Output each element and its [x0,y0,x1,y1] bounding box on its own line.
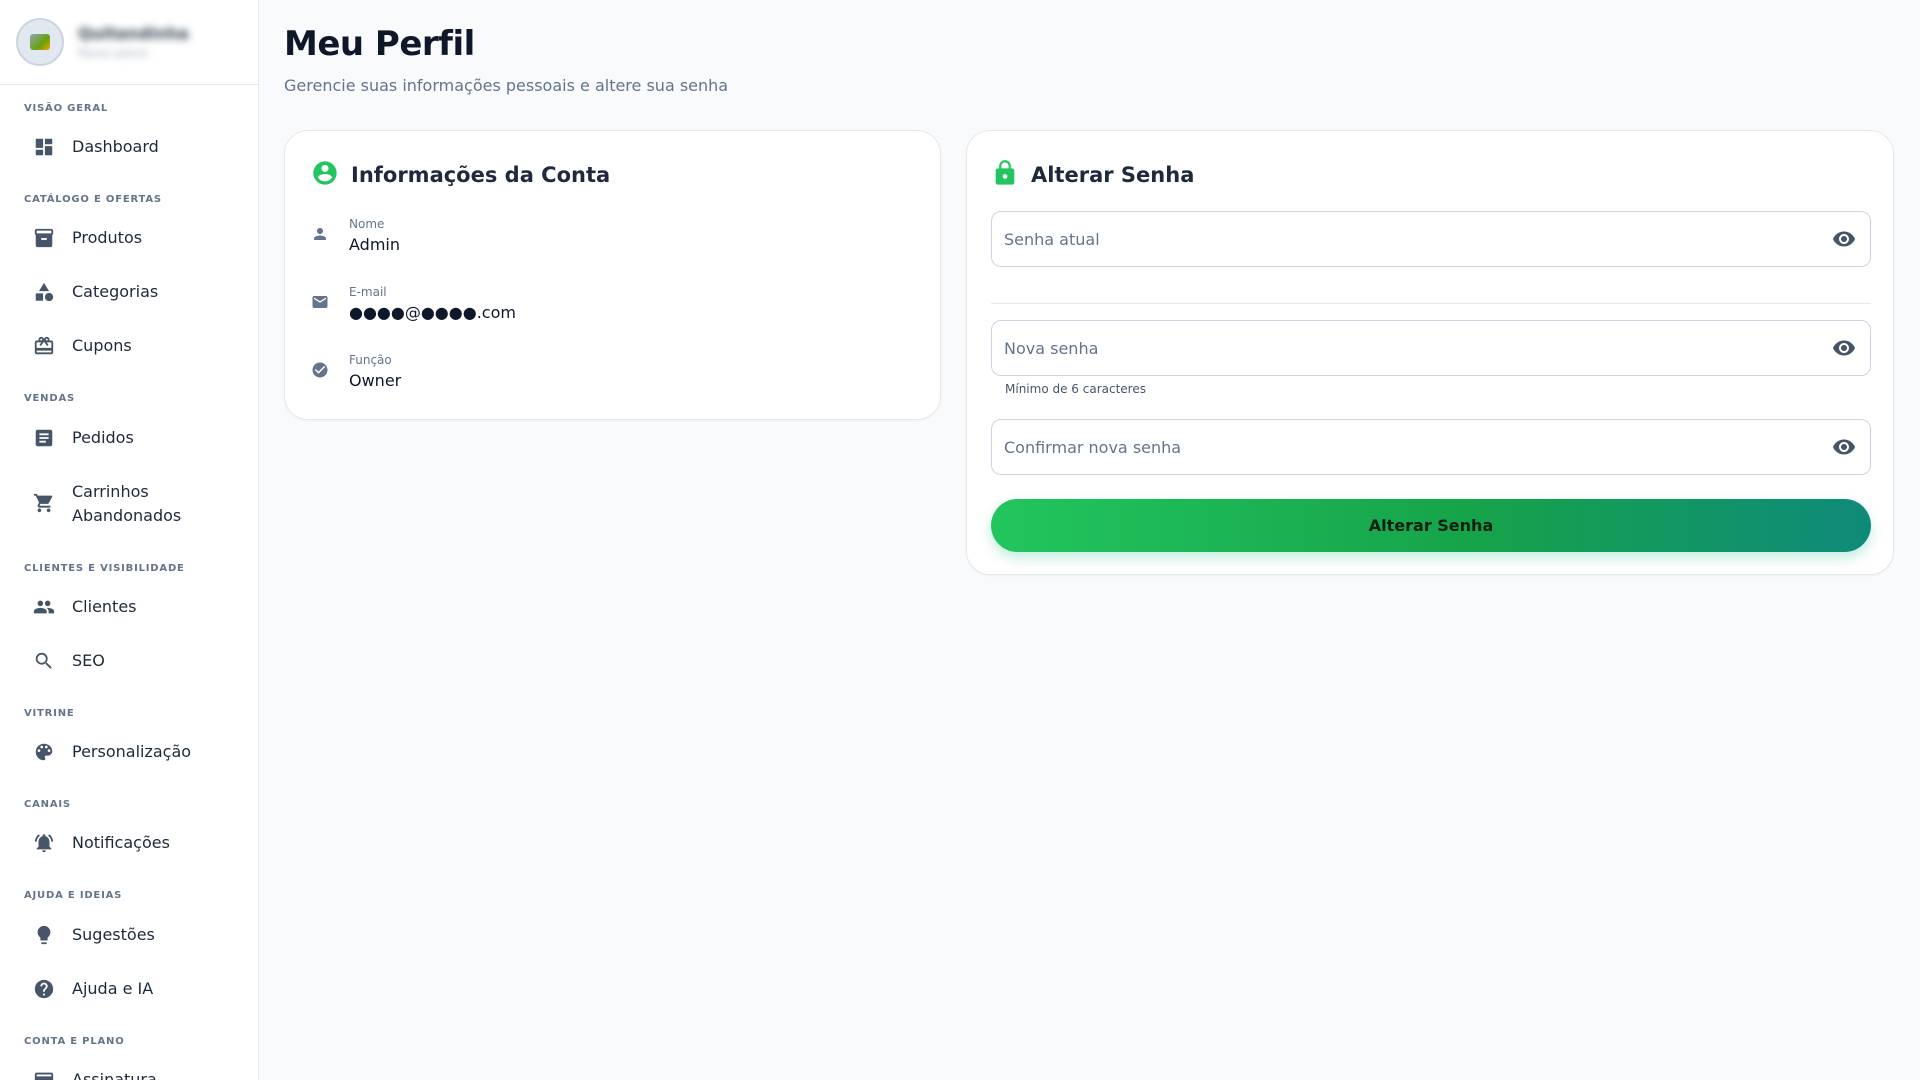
sidebar-item-produtos[interactable]: Produtos [24,226,244,250]
info-row-role: Função Owner [311,353,401,390]
info-value: Owner [349,371,402,390]
current-password-field[interactable] [991,211,1871,267]
section-title-visao-geral: Visão geral [24,103,109,114]
search-icon [24,650,64,672]
info-label: E-mail [349,285,387,299]
sidebar-item-label: Ajuda e IA [72,979,154,998]
info-value: ●●●●@●●●●.com [349,303,516,322]
section-title-catalogo: Catálogo e ofertas [24,194,162,205]
info-label: Nome [349,217,385,231]
avatar [16,18,64,66]
password-card-title: Alterar Senha [1031,163,1195,187]
profile-header[interactable]: Quitandinha Painel admin [0,0,258,85]
shapes-icon [24,281,64,303]
sidebar-item-label: Sugestões [72,925,155,944]
sidebar-item-assinatura[interactable]: Assinatura [24,1068,244,1080]
sidebar-item-label: Categorias [72,282,159,301]
sidebar: Quitandinha Painel admin Visão geral Das… [0,0,259,1080]
person-icon [311,225,341,247]
sidebar-item-label: Dashboard [72,137,159,156]
sidebar-item-sugestoes[interactable]: Sugestões [24,923,244,947]
archive-icon [24,227,64,249]
info-row-name: Nome Admin [311,217,400,254]
sidebar-item-label-wrap: Carrinhos Abandonados [72,480,181,528]
info-value: Admin [349,235,400,254]
help-icon [24,978,64,1000]
verified-icon [311,361,341,383]
sidebar-item-carrinhos-abandonados[interactable]: Carrinhos Abandonados [24,480,244,528]
profile-subtitle: Painel admin [78,47,149,60]
receipt-list-icon [24,427,64,449]
mail-icon [311,293,341,315]
sidebar-item-notificacoes[interactable]: Notificações [24,831,244,855]
people-icon [24,596,64,618]
eye-icon[interactable] [1830,225,1858,253]
sidebar-item-dashboard[interactable]: Dashboard [24,135,244,159]
sidebar-item-label: SEO [72,651,105,670]
sidebar-item-label-line2: Abandonados [72,506,182,525]
section-title-vendas: Vendas [24,393,75,404]
lock-icon [991,159,1019,191]
change-password-card: Alterar Senha Mínimo de 6 caracteres Alt… [966,130,1894,575]
main-content: Meu Perfil Gerencie suas informações pes… [260,0,1920,1080]
page-title: Meu Perfil [284,24,475,64]
confirm-password-input[interactable] [1004,437,1830,457]
sidebar-item-ajuda-ia[interactable]: Ajuda e IA [24,977,244,1001]
credit-card-icon [24,1069,64,1080]
section-title-clientes: Clientes e visibilidade [24,563,185,574]
sidebar-item-categorias[interactable]: Categorias [24,280,244,304]
current-password-input[interactable] [1004,229,1830,249]
account-card-title: Informações da Conta [351,163,611,187]
info-label: Função [349,353,392,367]
lightbulb-icon [24,924,64,946]
sidebar-item-label: Carrinhos [72,482,149,501]
section-title-ajuda: Ajuda e ideias [24,890,123,901]
account-circle-icon [311,159,339,191]
sidebar-item-label: Produtos [72,228,143,247]
sidebar-item-pedidos[interactable]: Pedidos [24,426,244,450]
sidebar-item-label: Assinatura [72,1070,157,1080]
change-password-button[interactable]: Alterar Senha [991,499,1871,552]
account-info-card: Informações da Conta Nome Admin E-mail ●… [284,130,941,420]
section-title-conta: Conta e plano [24,1036,125,1047]
eye-icon[interactable] [1830,433,1858,461]
confirm-password-field[interactable] [991,419,1871,475]
dashboard-icon [24,136,64,158]
sidebar-item-cupons[interactable]: Cupons [24,334,244,358]
sidebar-item-personalizacao[interactable]: Personalização [24,740,244,764]
bell-icon [24,832,64,854]
section-title-vitrine: Vitrine [24,708,75,719]
eye-icon[interactable] [1830,334,1858,362]
sidebar-item-label: Clientes [72,597,137,616]
profile-name: Quitandinha [78,24,189,43]
info-row-email: E-mail ●●●●@●●●●.com [311,285,516,322]
sidebar-item-clientes[interactable]: Clientes [24,595,244,619]
palette-icon [24,741,64,763]
page-subtitle: Gerencie suas informações pessoais e alt… [284,76,729,95]
sidebar-item-label: Pedidos [72,428,134,447]
section-title-canais: Canais [24,799,71,810]
password-hint: Mínimo de 6 caracteres [1005,382,1146,396]
sidebar-item-label: Cupons [72,336,132,355]
sidebar-item-label: Notificações [72,833,170,852]
new-password-input[interactable] [1004,338,1830,358]
sidebar-item-label: Personalização [72,742,192,761]
cart-icon [24,492,64,514]
divider [991,303,1871,304]
gift-card-icon [24,335,64,357]
new-password-field[interactable] [991,320,1871,376]
sidebar-item-seo[interactable]: SEO [24,649,244,673]
